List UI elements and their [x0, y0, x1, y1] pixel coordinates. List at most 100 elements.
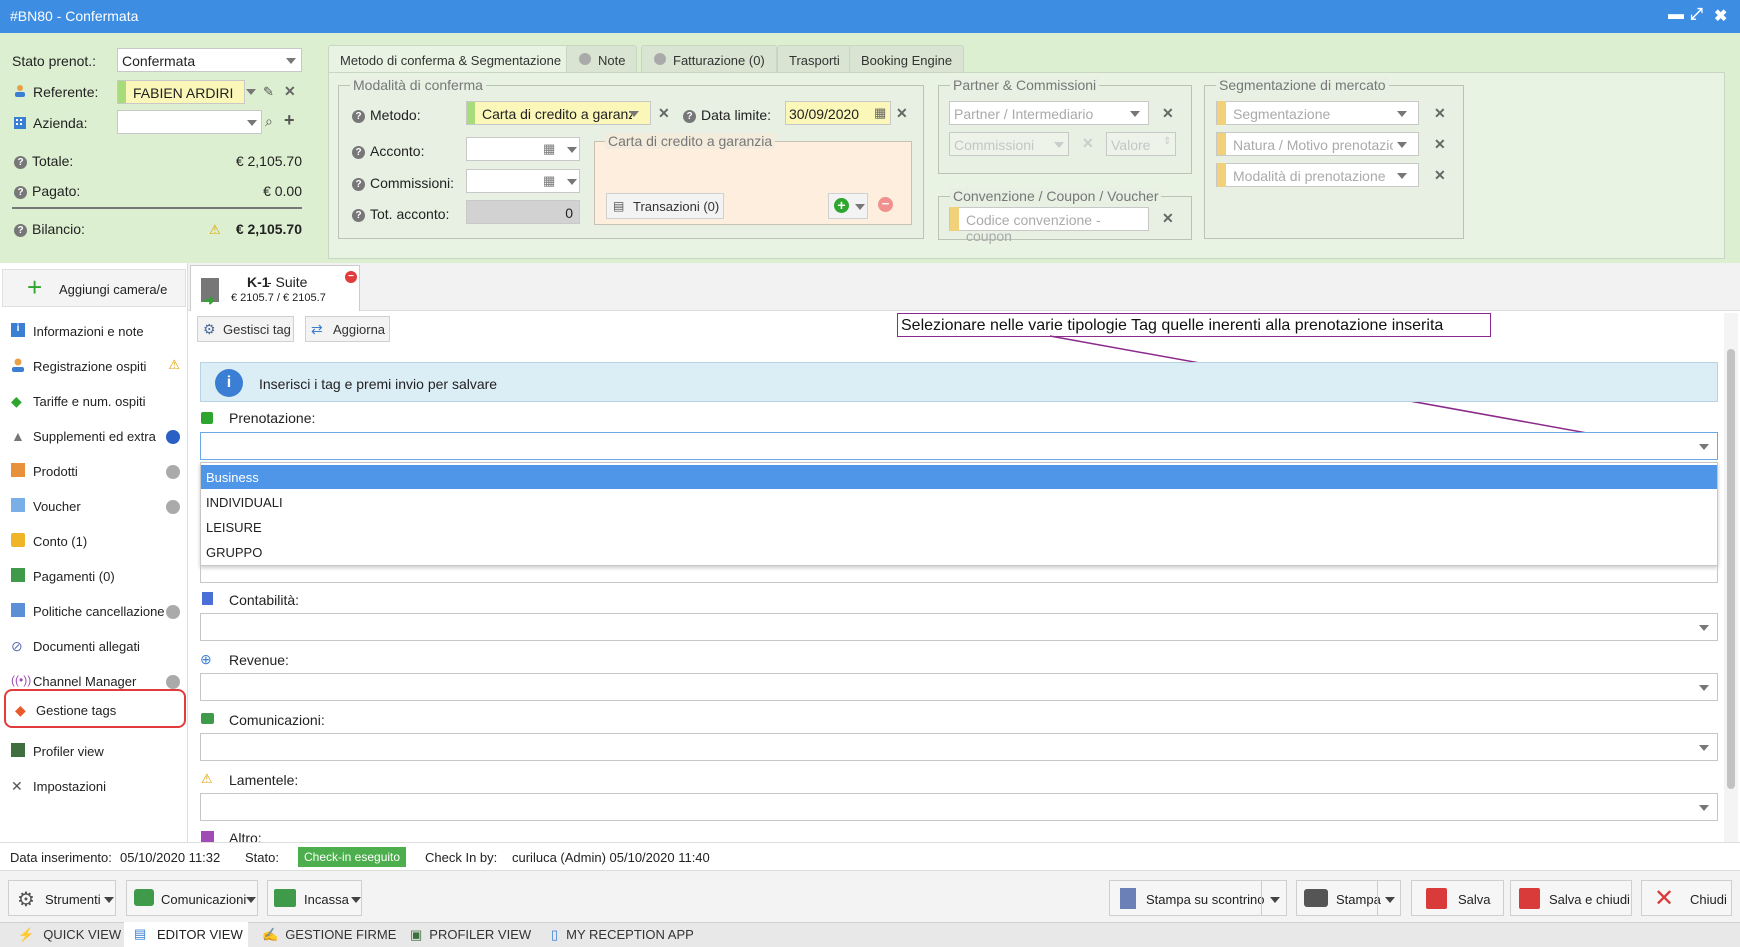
- tab-gestione-firme[interactable]: ✍ GESTIONE FIRME: [262, 927, 396, 943]
- valore-field[interactable]: Valore ⇕: [1106, 132, 1176, 156]
- calculator-icon[interactable]: ▦: [543, 173, 555, 189]
- tab-profiler-view[interactable]: ▣ PROFILER VIEW: [410, 927, 531, 943]
- sidebar-item-gestione-tags[interactable]: ◆ Gestione tags: [4, 689, 186, 728]
- sidebar-item-politiche[interactable]: Politiche cancellazione: [8, 597, 186, 627]
- convenzione-legend: Convenzione / Coupon / Voucher: [950, 188, 1162, 204]
- codice-convenzione-field[interactable]: Codice convenzione - coupon: [949, 207, 1149, 244]
- stampa-scontrino-label: Stampa su scontrino: [1146, 892, 1265, 907]
- calendar-icon[interactable]: ▦: [874, 105, 886, 121]
- sidebar-item-documenti[interactable]: ⊘ Documenti allegati: [8, 632, 186, 662]
- chevron-down-icon: [351, 897, 361, 903]
- strumenti-button[interactable]: ⚙ Strumenti: [8, 880, 116, 916]
- window-title: #BN80 - Confermata: [10, 8, 139, 24]
- azienda-select[interactable]: [117, 110, 262, 134]
- remove-circle-icon[interactable]: −: [878, 197, 893, 212]
- clear-icon[interactable]: ✕: [1162, 105, 1174, 122]
- commissioni-partner-select[interactable]: Commissioni: [949, 132, 1069, 156]
- sidebar-item-conto[interactable]: Conto (1): [8, 527, 186, 557]
- clear-icon[interactable]: ✕: [1434, 167, 1446, 184]
- clear-icon[interactable]: ✕: [284, 83, 296, 100]
- tab-trasporti[interactable]: Trasporti: [777, 45, 852, 72]
- referente-field[interactable]: FABIEN ARDIRI: [117, 80, 245, 104]
- clear-icon[interactable]: ✕: [658, 105, 670, 122]
- tab-label: MY RECEPTION APP: [566, 927, 694, 942]
- chiudi-button[interactable]: ✕ Chiudi: [1641, 880, 1732, 916]
- add-transaction-button[interactable]: +: [828, 193, 868, 219]
- comunicazioni-button[interactable]: Comunicazioni: [126, 880, 258, 916]
- segmentazione-select[interactable]: Segmentazione: [1216, 101, 1419, 125]
- sidebar-item-informazioni[interactable]: i Informazioni e note: [8, 317, 186, 347]
- chevron-down-icon[interactable]: [567, 147, 577, 153]
- modalita-prenotazione-select[interactable]: Modalità di prenotazione: [1216, 163, 1419, 187]
- strumenti-label: Strumenti: [45, 892, 101, 907]
- clear-icon[interactable]: ✕: [896, 105, 908, 122]
- chevron-down-icon[interactable]: [1270, 897, 1280, 903]
- sidebar-item-label: Impostazioni: [33, 779, 106, 794]
- clear-icon[interactable]: ✕: [1434, 136, 1446, 153]
- stampa-scontrino-button[interactable]: Stampa su scontrino: [1109, 880, 1287, 916]
- stato-select[interactable]: Confermata: [117, 48, 302, 72]
- incassa-button[interactable]: Incassa: [267, 880, 362, 916]
- revenue-tag-input[interactable]: [200, 673, 1718, 701]
- option-leisure[interactable]: LEISURE: [201, 516, 1717, 540]
- calculator-icon[interactable]: ▦: [543, 141, 555, 157]
- add-room-button[interactable]: + Aggiungi camera/e: [2, 269, 186, 307]
- optional-marker: [950, 207, 959, 231]
- altro-label: Altro:: [229, 830, 262, 842]
- gestisci-tag-button[interactable]: ⚙ Gestisci tag: [197, 316, 294, 342]
- sidebar-item-impostazioni[interactable]: ✕ Impostazioni: [8, 772, 186, 802]
- sidebar-item-pagamenti[interactable]: Pagamenti (0): [8, 562, 186, 592]
- option-gruppo[interactable]: GRUPPO: [201, 541, 1717, 565]
- tab-my-reception-app[interactable]: ▯ MY RECEPTION APP: [551, 927, 694, 943]
- sidebar-item-label: Registrazione ospiti: [33, 359, 147, 374]
- chevron-down-icon[interactable]: [246, 89, 256, 95]
- sidebar-item-voucher[interactable]: Voucher: [8, 492, 186, 522]
- comunicazioni-tag-input[interactable]: [200, 733, 1718, 761]
- search-icon[interactable]: ⌕: [265, 113, 273, 130]
- tab-booking-engine[interactable]: Booking Engine: [849, 45, 965, 72]
- room-tab[interactable]: ➜ K-1 - Suite € 2105.7 / € 2105.7 −: [190, 265, 360, 311]
- prenotazione-tag-input[interactable]: [200, 432, 1718, 460]
- commissioni-field[interactable]: ▦: [466, 169, 580, 193]
- sidebar-item-prodotti[interactable]: Prodotti: [8, 457, 186, 487]
- minimize-icon[interactable]: ▬: [1668, 6, 1684, 24]
- pencil-icon[interactable]: ✎: [263, 84, 274, 100]
- add-icon[interactable]: +: [284, 110, 295, 131]
- salva-chiudi-button[interactable]: Salva e chiudi: [1510, 880, 1632, 916]
- option-business[interactable]: Business: [201, 465, 1717, 489]
- close-window-icon[interactable]: ✖: [1714, 6, 1727, 26]
- maximize-icon[interactable]: ⤢: [1690, 6, 1703, 24]
- tab-note[interactable]: Note: [566, 45, 638, 72]
- stampa-button[interactable]: Stampa: [1296, 880, 1401, 916]
- lamentele-tag-input[interactable]: [200, 793, 1718, 821]
- tab-quick-view[interactable]: ⚡ QUICK VIEW: [18, 927, 121, 943]
- clear-icon[interactable]: ✕: [1434, 105, 1446, 122]
- tab-metodo-conferma[interactable]: Metodo di conferma & Segmentazione: [328, 45, 574, 72]
- remove-room-icon[interactable]: −: [345, 271, 357, 283]
- scrollbar[interactable]: [1724, 313, 1738, 843]
- chevron-down-icon[interactable]: [1385, 897, 1395, 903]
- aggiorna-button[interactable]: ⇄ Aggiorna: [305, 316, 390, 342]
- transazioni-button[interactable]: ▤ Transazioni (0): [606, 193, 724, 219]
- metodo-select[interactable]: Carta di credito a garanzia: [466, 101, 651, 125]
- sidebar-item-registrazione[interactable]: Registrazione ospiti ⚠: [8, 352, 186, 382]
- clear-icon[interactable]: ✕: [1162, 210, 1174, 227]
- data-limite-field[interactable]: 30/09/2020 ▦: [785, 101, 891, 125]
- salva-button[interactable]: Salva: [1411, 880, 1504, 916]
- contabilita-tag-input[interactable]: [200, 613, 1718, 641]
- chevron-down-icon[interactable]: [567, 179, 577, 185]
- tab-editor-view[interactable]: ▤ EDITOR VIEW: [124, 922, 248, 947]
- scrollbar-thumb[interactable]: [1727, 349, 1735, 789]
- option-individuali[interactable]: INDIVIDUALI: [201, 491, 1717, 515]
- sidebar-item-tariffe[interactable]: ◆ Tariffe e num. ospiti: [8, 387, 186, 417]
- natura-select[interactable]: Natura / Motivo prenotazione: [1216, 132, 1419, 156]
- acconto-field[interactable]: ▦: [466, 137, 580, 161]
- sidebar-item-profiler[interactable]: Profiler view: [8, 737, 186, 767]
- sidebar-item-label: Tariffe e num. ospiti: [33, 394, 146, 409]
- partner-select[interactable]: Partner / Intermediario: [949, 101, 1149, 125]
- tab-fatturazione[interactable]: Fatturazione (0): [641, 45, 777, 72]
- divider: [12, 207, 302, 209]
- gear-icon: ⚙: [203, 321, 216, 337]
- sidebar-item-supplementi[interactable]: ▲ Supplementi ed extra: [8, 422, 186, 452]
- chevron-down-icon: [1699, 444, 1709, 450]
